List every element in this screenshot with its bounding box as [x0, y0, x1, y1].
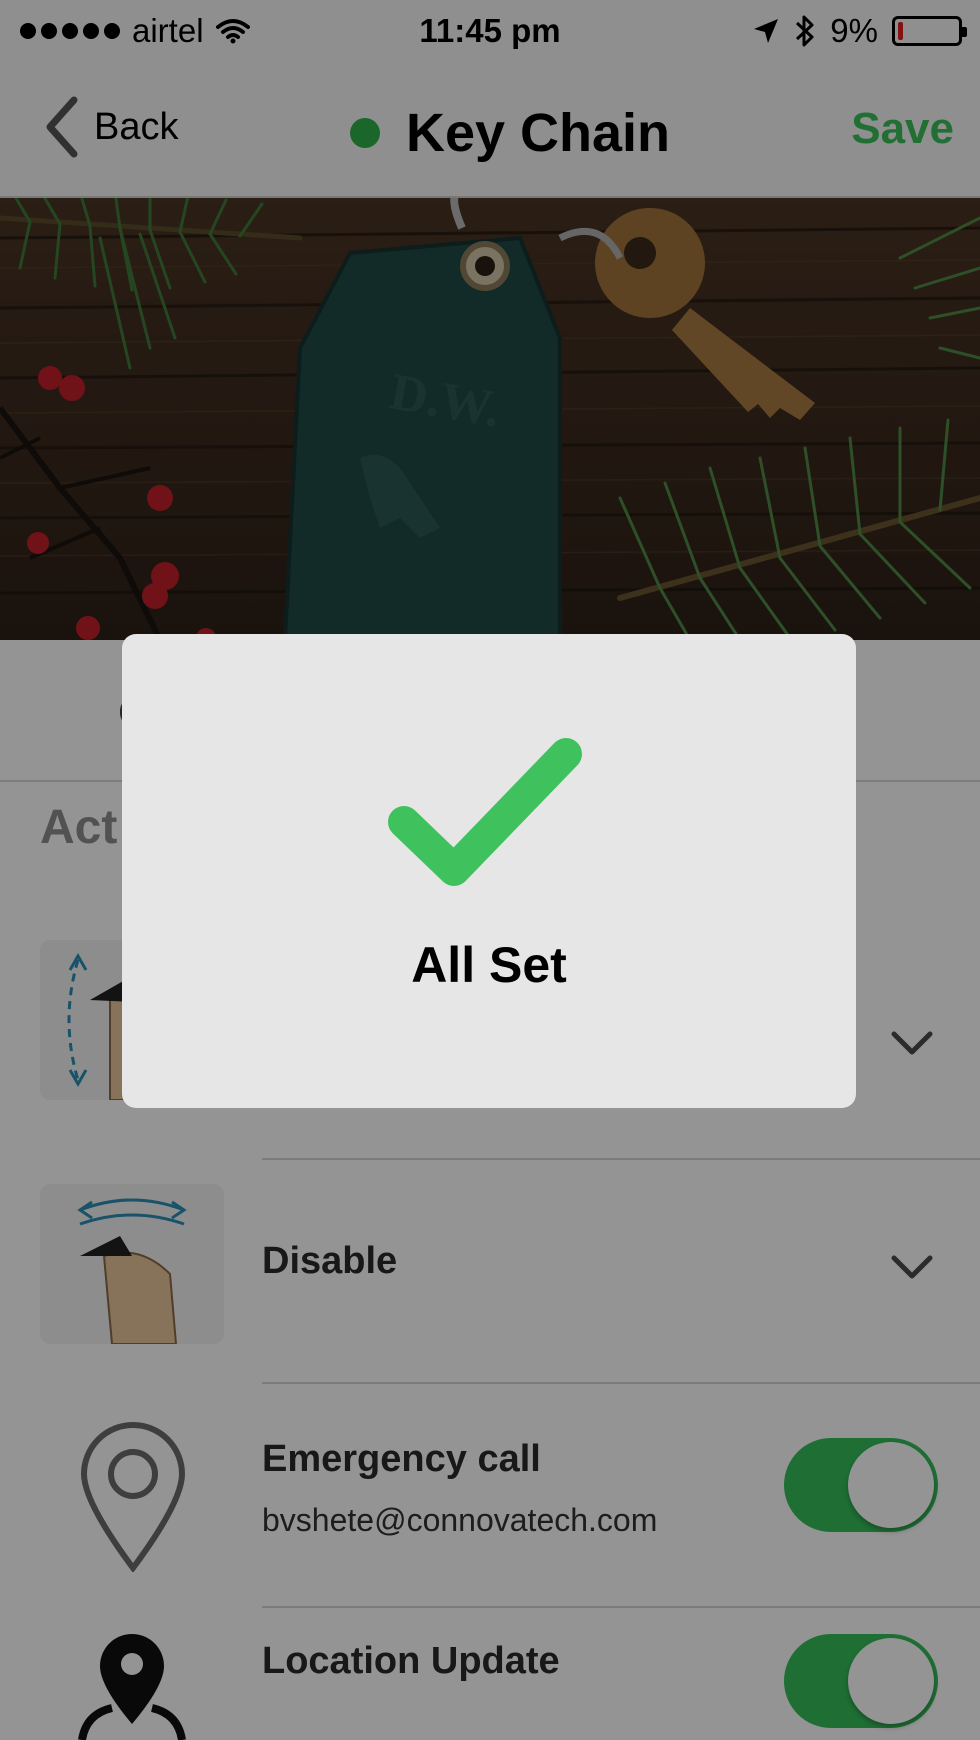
chevron-down-icon[interactable]: [888, 1250, 936, 1284]
page-title: Key Chain: [405, 103, 671, 163]
device-photo: D.W.: [0, 198, 980, 640]
emergency-call-toggle[interactable]: [784, 1438, 938, 1532]
status-bar-right: 9%: [752, 12, 967, 50]
connection-status-dot: [349, 118, 380, 148]
emergency-call-title: Emergency call: [262, 1438, 541, 1480]
battery-level-fill: [898, 22, 903, 40]
hud-label: All Set: [411, 937, 567, 993]
status-bar: airtel 11:45 pm 9%: [0, 0, 980, 66]
battery-icon: [892, 16, 967, 46]
checkmark-icon: [388, 738, 582, 886]
map-pin-filled-icon: [78, 1634, 186, 1740]
section-header-actions: Act: [40, 801, 118, 854]
shake-horizontal-icon: [40, 1184, 224, 1344]
location-arrow-icon: [754, 19, 779, 43]
emergency-call-row[interactable]: Emergency call bvshete@connovatech.com: [0, 1384, 980, 1608]
location-update-toggle[interactable]: [784, 1634, 938, 1728]
emergency-call-email: bvshete@connovatech.com: [262, 1502, 658, 1538]
navigation-bar: Back Key Chain Save: [0, 66, 980, 198]
location-update-title: Location Update: [262, 1640, 560, 1682]
toggle-knob: [848, 1638, 934, 1724]
toggle-knob: [848, 1442, 934, 1528]
location-update-row[interactable]: Location Update: [0, 1608, 980, 1740]
chevron-down-icon[interactable]: [888, 1026, 936, 1060]
save-button[interactable]: Save: [851, 104, 954, 154]
battery-percent: 9%: [830, 12, 878, 49]
action-row-horizontal-shake[interactable]: Disable: [0, 1160, 980, 1384]
bluetooth-icon: [796, 15, 814, 47]
action-row-title: Disable: [262, 1240, 398, 1282]
map-pin-outline-icon: [80, 1422, 186, 1572]
nav-title-group: Key Chain: [0, 102, 980, 164]
